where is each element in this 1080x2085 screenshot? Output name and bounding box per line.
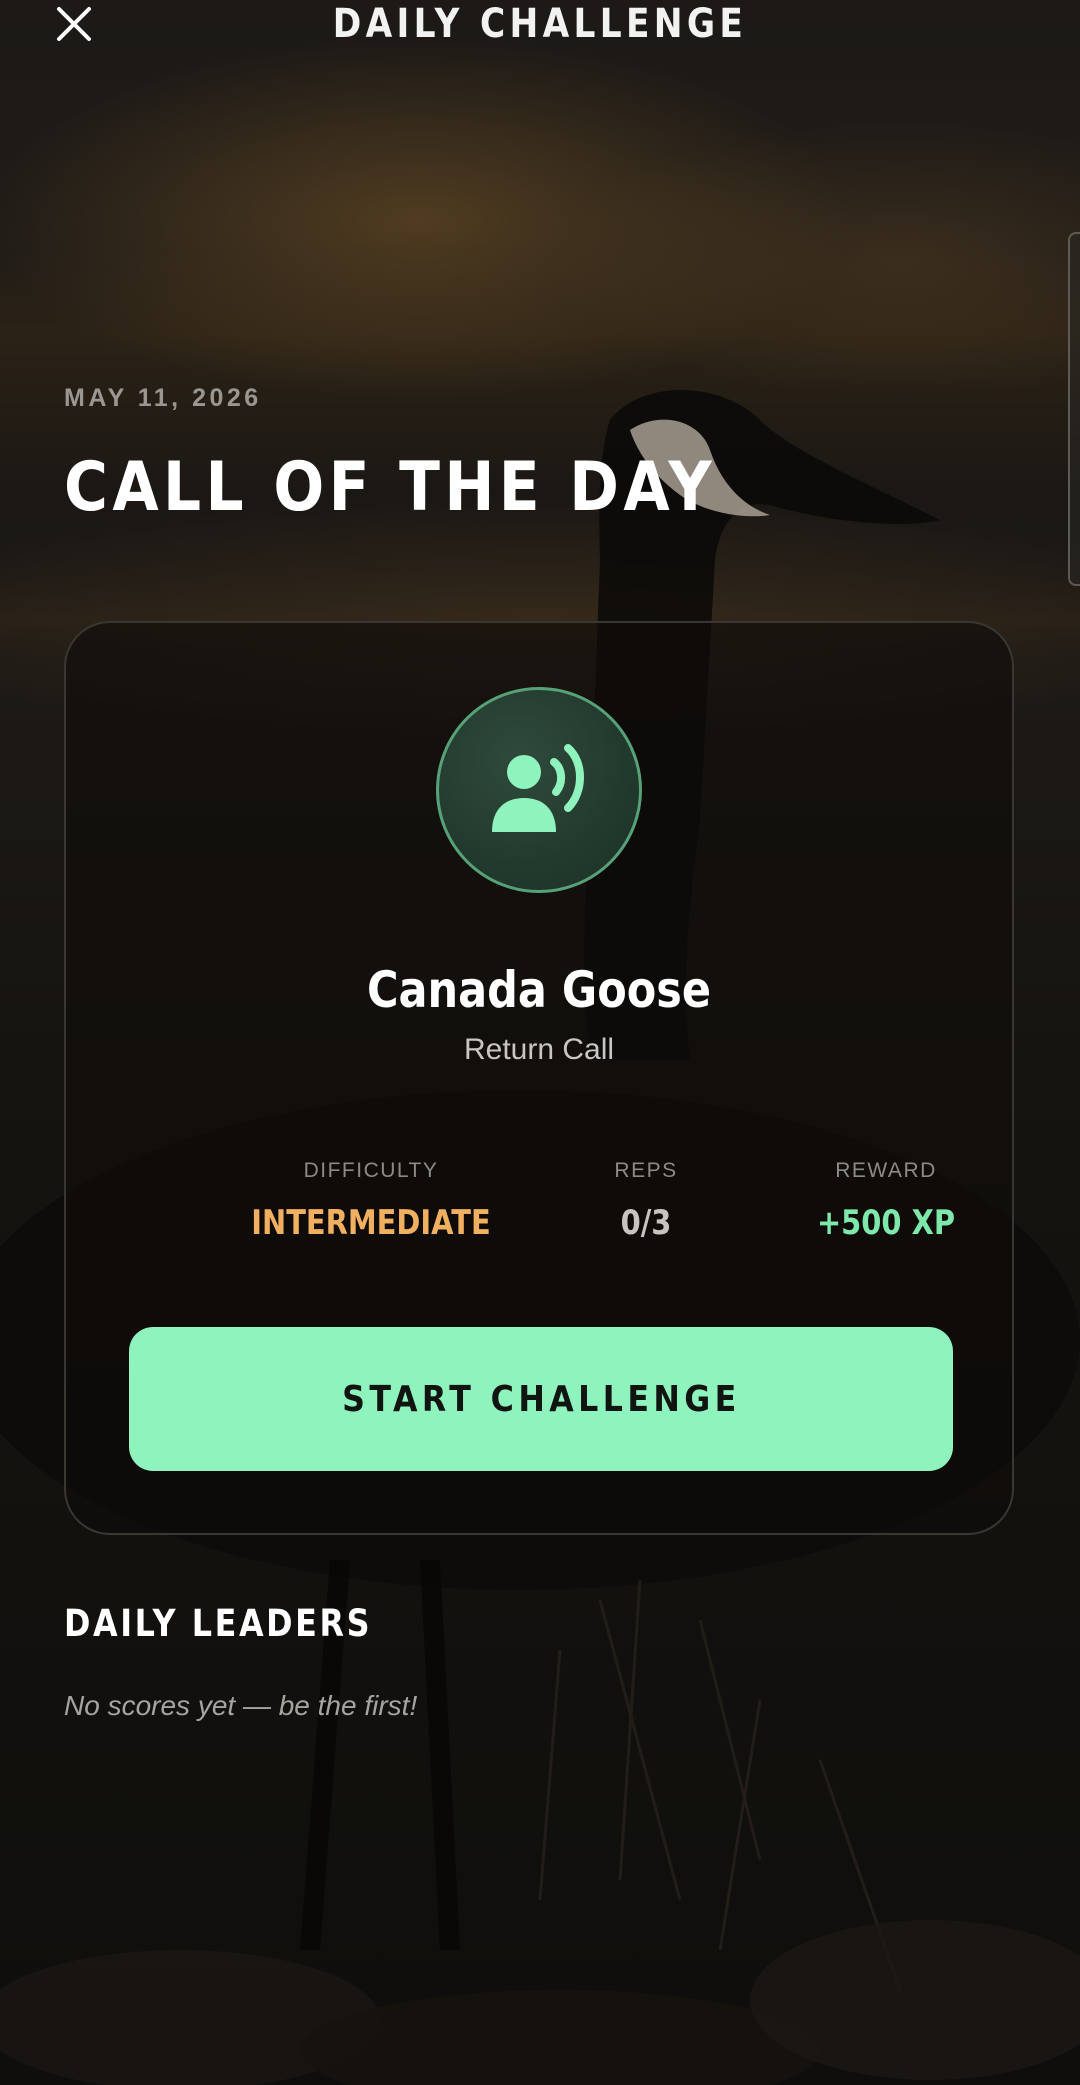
reward-value: +500 XP xyxy=(816,1203,956,1243)
species-name: Canada Goose xyxy=(366,961,712,1019)
start-challenge-button[interactable]: START CHALLENGE xyxy=(129,1327,953,1471)
header-title: DAILY CHALLENGE xyxy=(332,1,748,47)
difficulty-value: INTERMEDIATE xyxy=(251,1203,491,1243)
daily-leaders-heading: DAILY LEADERS xyxy=(64,1602,373,1645)
call-type: Return Call xyxy=(463,1033,615,1066)
daily-challenge-screen: DAILY CHALLENGE MAY 11, 2026 CALL OF THE… xyxy=(0,0,1080,2085)
leaders-empty-message: No scores yet — be the first! xyxy=(64,1690,418,1721)
page-title: CALL OF THE DAY xyxy=(64,448,717,527)
reward-label: REWARD xyxy=(835,1159,937,1182)
reward-stat: REWARD +500 XP xyxy=(736,1159,1036,1243)
scrollbar[interactable] xyxy=(1068,232,1080,586)
reps-value: 0/3 xyxy=(620,1203,672,1243)
challenge-card: Canada Goose Return Call DIFFICULTY INTE… xyxy=(64,621,1014,1535)
start-challenge-label: START CHALLENGE xyxy=(341,1378,741,1420)
call-icon-badge xyxy=(436,687,642,893)
caller-sound-icon xyxy=(492,744,584,832)
difficulty-stat: DIFFICULTY INTERMEDIATE xyxy=(186,1159,556,1243)
difficulty-label: DIFFICULTY xyxy=(303,1159,439,1182)
challenge-date: MAY 11, 2026 xyxy=(64,384,262,412)
